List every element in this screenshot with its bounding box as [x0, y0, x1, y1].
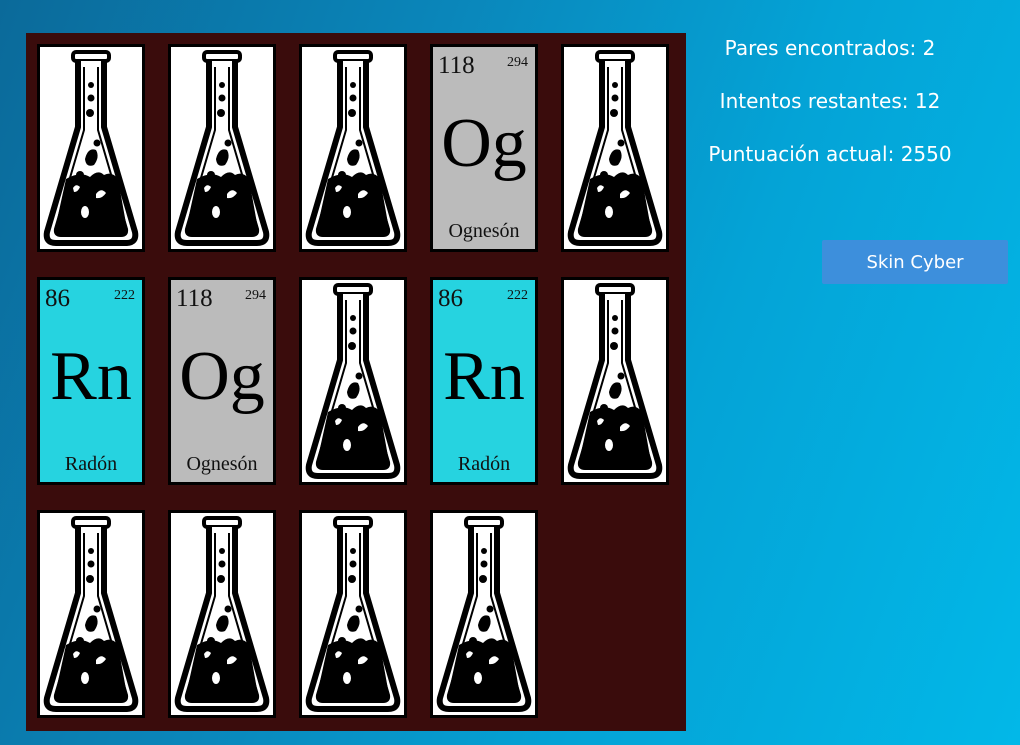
flask-icon	[305, 283, 401, 479]
atomic-mass: 294	[245, 288, 266, 303]
element-card-rn[interactable]: 86 222 Rn Radón	[430, 277, 538, 485]
hidden-card[interactable]	[561, 277, 669, 485]
skin-cyber-button[interactable]: Skin Cyber	[822, 240, 1008, 284]
hidden-card[interactable]	[168, 510, 276, 718]
element-name: Ognesón	[186, 453, 258, 475]
hidden-card[interactable]	[299, 277, 407, 485]
attempts-left-text: Intentos restantes: 12	[719, 89, 941, 113]
element-symbol: Og	[441, 105, 527, 182]
flask-icon	[43, 516, 139, 712]
hidden-card[interactable]	[299, 510, 407, 718]
pairs-found-text: Pares encontrados: 2	[724, 36, 936, 60]
hidden-card[interactable]	[168, 44, 276, 252]
flask-icon	[305, 50, 401, 246]
atomic-mass: 294	[507, 55, 528, 70]
element-symbol: Rn	[443, 338, 525, 415]
flask-icon	[567, 283, 663, 479]
hidden-card[interactable]	[37, 44, 145, 252]
hidden-card[interactable]	[561, 44, 669, 252]
atomic-mass: 222	[507, 288, 528, 303]
current-score-text: Puntuación actual: 2550	[708, 142, 952, 166]
element-name: Radón	[64, 453, 118, 475]
element-card-rn[interactable]: 86 222 Rn Radón	[37, 277, 145, 485]
hidden-card[interactable]	[299, 44, 407, 252]
element-card-og[interactable]: 118 294 Og Ognesón	[430, 44, 538, 252]
atomic-number: 118	[176, 285, 213, 312]
element-symbol: Og	[179, 338, 265, 415]
atomic-number: 118	[438, 52, 475, 79]
hidden-card[interactable]	[37, 510, 145, 718]
element-name: Ognesón	[448, 220, 520, 242]
flask-icon	[305, 516, 401, 712]
element-symbol: Rn	[50, 338, 132, 415]
atomic-mass: 222	[114, 288, 135, 303]
flask-icon	[174, 50, 270, 246]
flask-icon	[43, 50, 139, 246]
flask-icon	[567, 50, 663, 246]
hidden-card[interactable]	[430, 510, 538, 718]
atomic-number: 86	[45, 285, 70, 312]
atomic-number: 86	[438, 285, 463, 312]
flask-icon	[174, 516, 270, 712]
game-board: 118 294 Og Ognesón 86 222 Rn Radón 118 294 Og Ogne…	[26, 33, 686, 731]
element-card-og[interactable]: 118 294 Og Ognesón	[168, 277, 276, 485]
flask-icon	[436, 516, 532, 712]
element-name: Radón	[457, 453, 511, 475]
